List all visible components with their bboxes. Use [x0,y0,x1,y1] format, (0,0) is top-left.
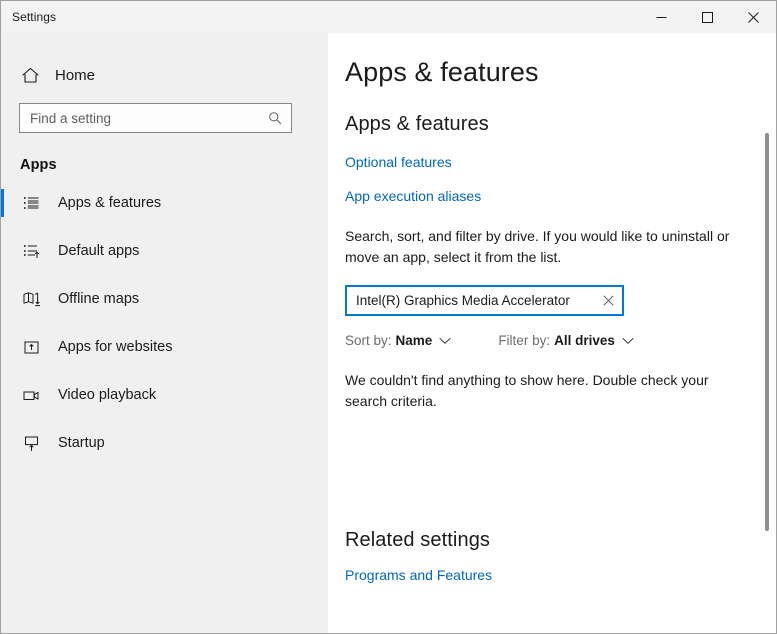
sidebar-item-label: Offline maps [58,291,139,307]
content-scrollbar[interactable] [762,65,772,633]
minimize-button[interactable] [638,1,684,33]
related-settings-title: Related settings [345,529,776,552]
sidebar-item-video-playback[interactable]: Video playback [1,379,328,411]
window-title: Settings [12,10,56,24]
sidebar-section-header: Apps [20,157,328,173]
link-app-execution-aliases[interactable]: App execution aliases [345,188,776,204]
section-title: Apps & features [345,113,776,136]
chevron-down-icon [622,337,634,345]
link-optional-features[interactable]: Optional features [345,154,776,170]
sidebar-item-offline-maps[interactable]: Offline maps [1,283,328,315]
monitor-arrow-up-icon [20,432,42,454]
close-button[interactable] [730,1,776,33]
sidebar-item-label: Startup [58,435,105,451]
chevron-down-icon [439,337,451,345]
sidebar-item-label: Default apps [58,243,139,259]
page-title: Apps & features [345,57,776,88]
help-from-web-title: Help from the web [345,631,776,633]
close-icon [748,12,759,23]
link-programs-and-features[interactable]: Programs and Features [345,567,776,583]
sidebar-item-default-apps[interactable]: Default apps [1,235,328,267]
sidebar-item-apps-for-websites[interactable]: Apps for websites [1,331,328,363]
filter-by-dropdown[interactable]: Filter by: All drives [498,333,634,348]
title-bar: Settings [1,1,776,33]
map-download-icon [20,288,42,310]
video-camera-icon [20,384,42,406]
settings-search-box[interactable] [19,103,292,133]
related-settings-section: Related settings Programs and Features [345,529,776,583]
app-list-search-box[interactable] [345,285,624,316]
minimize-icon [656,12,667,23]
filter-by-label: Filter by: [498,333,550,348]
maximize-icon [702,12,713,23]
sidebar: Home Apps [1,33,328,633]
settings-window: Settings [0,0,777,634]
sidebar-item-label: Apps & features [58,195,161,211]
sort-by-value: Name [396,333,433,348]
list-arrow-icon [20,240,42,262]
box-arrow-up-icon [20,336,42,358]
empty-state-message: We couldn't find anything to show here. … [345,370,720,412]
sort-by-label: Sort by: [345,333,392,348]
description-text: Search, sort, and filter by drive. If yo… [345,226,737,268]
search-input[interactable] [20,104,291,132]
app-search-input[interactable] [347,287,622,314]
window-controls [638,1,776,33]
home-label: Home [55,67,95,84]
list-bullets-icon [20,192,42,214]
sidebar-item-label: Apps for websites [58,339,172,355]
maximize-button[interactable] [684,1,730,33]
filter-by-value: All drives [554,333,615,348]
sort-by-dropdown[interactable]: Sort by: Name [345,333,451,348]
home-icon [19,64,41,86]
sidebar-item-label: Video playback [58,387,156,403]
close-icon [603,295,614,306]
filter-bar: Sort by: Name Filter by: All drives [345,333,776,348]
search-icon [267,110,283,126]
clear-search-button[interactable] [598,291,618,311]
sidebar-item-home[interactable]: Home [1,58,328,92]
sidebar-item-startup[interactable]: Startup [1,427,328,459]
scrollbar-thumb[interactable] [765,133,769,531]
main-content: Apps & features Apps & features Optional… [328,33,776,633]
sidebar-nav-list: Apps & features Default apps [1,187,328,459]
sidebar-item-apps-features[interactable]: Apps & features [1,187,328,219]
